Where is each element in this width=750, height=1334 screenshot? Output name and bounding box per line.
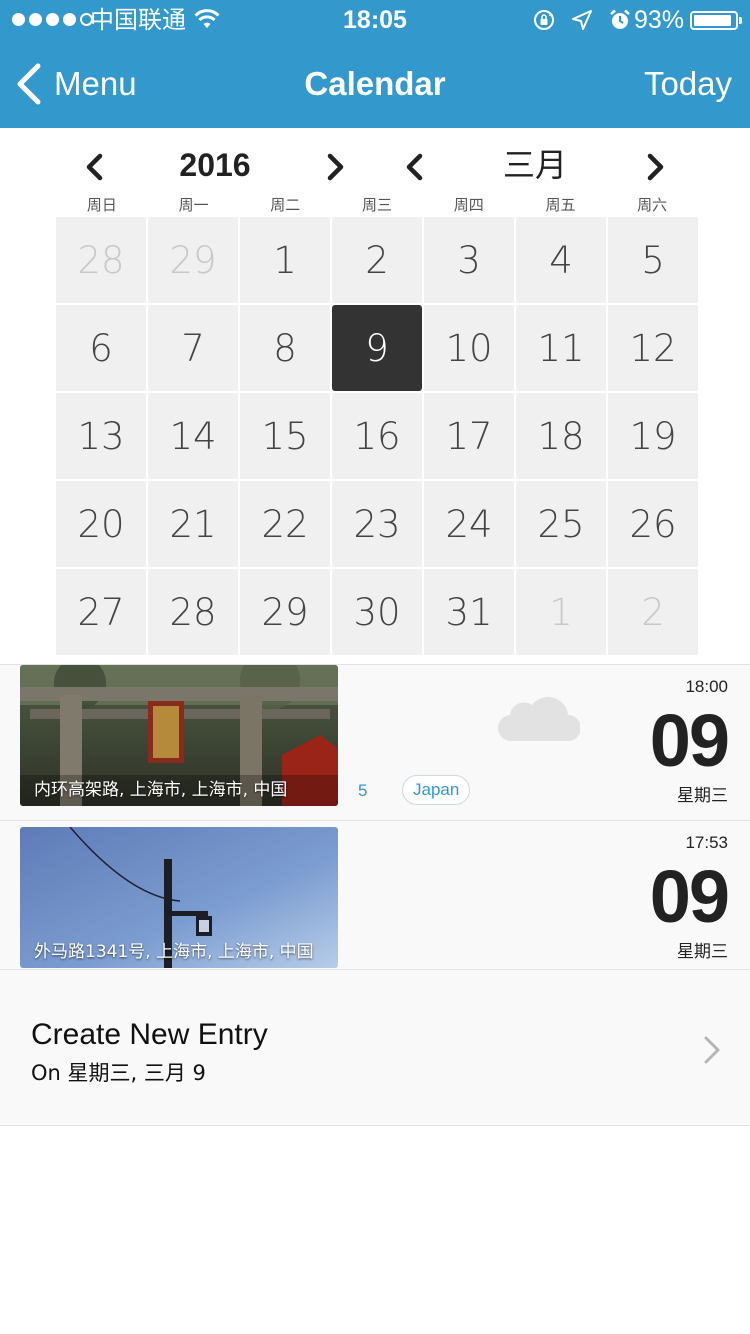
calendar-day[interactable]: 28: [148, 569, 238, 655]
weekday-label: 周六: [637, 196, 668, 214]
entry-weekday: 星期三: [677, 786, 728, 806]
calendar-day[interactable]: 12: [608, 305, 698, 391]
entry-time: 18:00: [685, 677, 728, 696]
entry-list: 内环高架路, 上海市, 上海市, 中国 5 Japan 18:00 09 星期三: [0, 664, 750, 976]
calendar-day[interactable]: 28: [56, 217, 146, 303]
calendar-day[interactable]: 16: [332, 393, 422, 479]
create-entry-title: Create New Entry: [31, 1018, 268, 1051]
calendar-day[interactable]: 8: [240, 305, 330, 391]
calendar-day[interactable]: 1: [516, 569, 606, 655]
calendar-day[interactable]: 29: [148, 217, 238, 303]
calendar-day[interactable]: 4: [516, 217, 606, 303]
calendar-day[interactable]: 27: [56, 569, 146, 655]
entry-weekday: 星期三: [677, 942, 728, 962]
journal-entry[interactable]: 内环高架路, 上海市, 上海市, 中国 5 Japan 18:00 09 星期三: [0, 664, 750, 820]
calendar-day[interactable]: 11: [516, 305, 606, 391]
entry-time: 17:53: [685, 833, 728, 852]
chevron-right-icon: [327, 153, 344, 181]
rotation-lock-icon: [534, 10, 554, 30]
weekday-label: 周一: [178, 196, 209, 214]
calendar-day[interactable]: 23: [332, 481, 422, 567]
calendar-grid: 28 29 1 2 3 4 5 6 7 8 9 10 11 12 13 14 15 16 17 18 19 20 21 22 2…: [56, 217, 700, 655]
chevron-left-icon: [406, 153, 423, 181]
weekday-label: 周五: [545, 196, 576, 214]
calendar-day[interactable]: 13: [56, 393, 146, 479]
status-bar: 中国联通 18:05 93%: [0, 0, 750, 40]
journal-entry[interactable]: 外马路1341号, 上海市, 上海市, 中国 17:53 09 星期三: [0, 820, 750, 976]
back-button[interactable]: Menu: [14, 58, 137, 110]
next-year-button[interactable]: [318, 150, 352, 184]
create-entry-button[interactable]: Create New Entry On 星期三, 三月 9: [0, 969, 750, 1126]
entry-location: 内环高架路, 上海市, 上海市, 中国: [34, 780, 288, 800]
calendar-day[interactable]: 10: [424, 305, 514, 391]
calendar-day[interactable]: 24: [424, 481, 514, 567]
calendar-day[interactable]: 30: [332, 569, 422, 655]
calendar-day[interactable]: 22: [240, 481, 330, 567]
battery-icon: [690, 11, 742, 30]
calendar-day[interactable]: 29: [240, 569, 330, 655]
calendar-day[interactable]: 20: [56, 481, 146, 567]
alarm-icon: [610, 9, 630, 29]
calendar-day[interactable]: 2: [332, 217, 422, 303]
calendar-day-selected[interactable]: 9: [332, 305, 422, 391]
weekday-header: 周日 周一 周二 周三 周四 周五 周六: [56, 194, 698, 215]
calendar-day[interactable]: 6: [56, 305, 146, 391]
entry-location: 外马路1341号, 上海市, 上海市, 中国: [34, 942, 314, 962]
entry-photo-count: 5: [358, 781, 368, 800]
weekday-label: 周四: [453, 196, 484, 214]
weekday-label: 周三: [362, 196, 393, 214]
back-button-label: Menu: [54, 65, 137, 102]
calendar-day[interactable]: 21: [148, 481, 238, 567]
calendar-day[interactable]: 19: [608, 393, 698, 479]
location-arrow-icon: [572, 10, 592, 30]
chevron-left-icon: [86, 153, 103, 181]
entry-day: 09: [649, 699, 730, 782]
calendar-day[interactable]: 5: [608, 217, 698, 303]
calendar-day[interactable]: 17: [424, 393, 514, 479]
weekday-label: 周二: [270, 196, 301, 214]
calendar-day[interactable]: 1: [240, 217, 330, 303]
battery-percent: 93%: [634, 6, 685, 34]
chevron-right-icon: [647, 153, 664, 181]
calendar-day[interactable]: 14: [148, 393, 238, 479]
create-entry-subtitle: On 星期三, 三月 9: [31, 1061, 206, 1085]
calendar-day[interactable]: 3: [424, 217, 514, 303]
calendar-day[interactable]: 15: [240, 393, 330, 479]
calendar-header: 2016 三月 周日 周一 周二 周三 周四 周五 周六: [0, 128, 750, 216]
top-bar: 中国联通 18:05 93% Menu Calendar Today: [0, 0, 750, 128]
calendar-day[interactable]: 18: [516, 393, 606, 479]
calendar-day[interactable]: 26: [608, 481, 698, 567]
calendar-day[interactable]: 7: [148, 305, 238, 391]
calendar-day[interactable]: 25: [516, 481, 606, 567]
chevron-left-icon: [17, 63, 41, 105]
cloud-icon: [498, 696, 580, 742]
calendar-day[interactable]: 31: [424, 569, 514, 655]
year-label: 2016: [179, 147, 251, 183]
entry-tag[interactable]: Japan: [402, 775, 471, 805]
calendar-day[interactable]: 2: [608, 569, 698, 655]
month-label: 三月: [502, 146, 567, 184]
previous-month-button[interactable]: [398, 150, 432, 184]
previous-year-button[interactable]: [78, 150, 112, 184]
today-button[interactable]: Today: [644, 62, 732, 106]
entry-day: 09: [649, 855, 730, 938]
chevron-right-icon: [704, 1036, 720, 1064]
entry-photo: 内环高架路, 上海市, 上海市, 中国: [20, 665, 338, 806]
next-month-button[interactable]: [638, 150, 672, 184]
weekday-label: 周日: [86, 196, 117, 214]
entry-photo: 外马路1341号, 上海市, 上海市, 中国: [20, 827, 338, 968]
